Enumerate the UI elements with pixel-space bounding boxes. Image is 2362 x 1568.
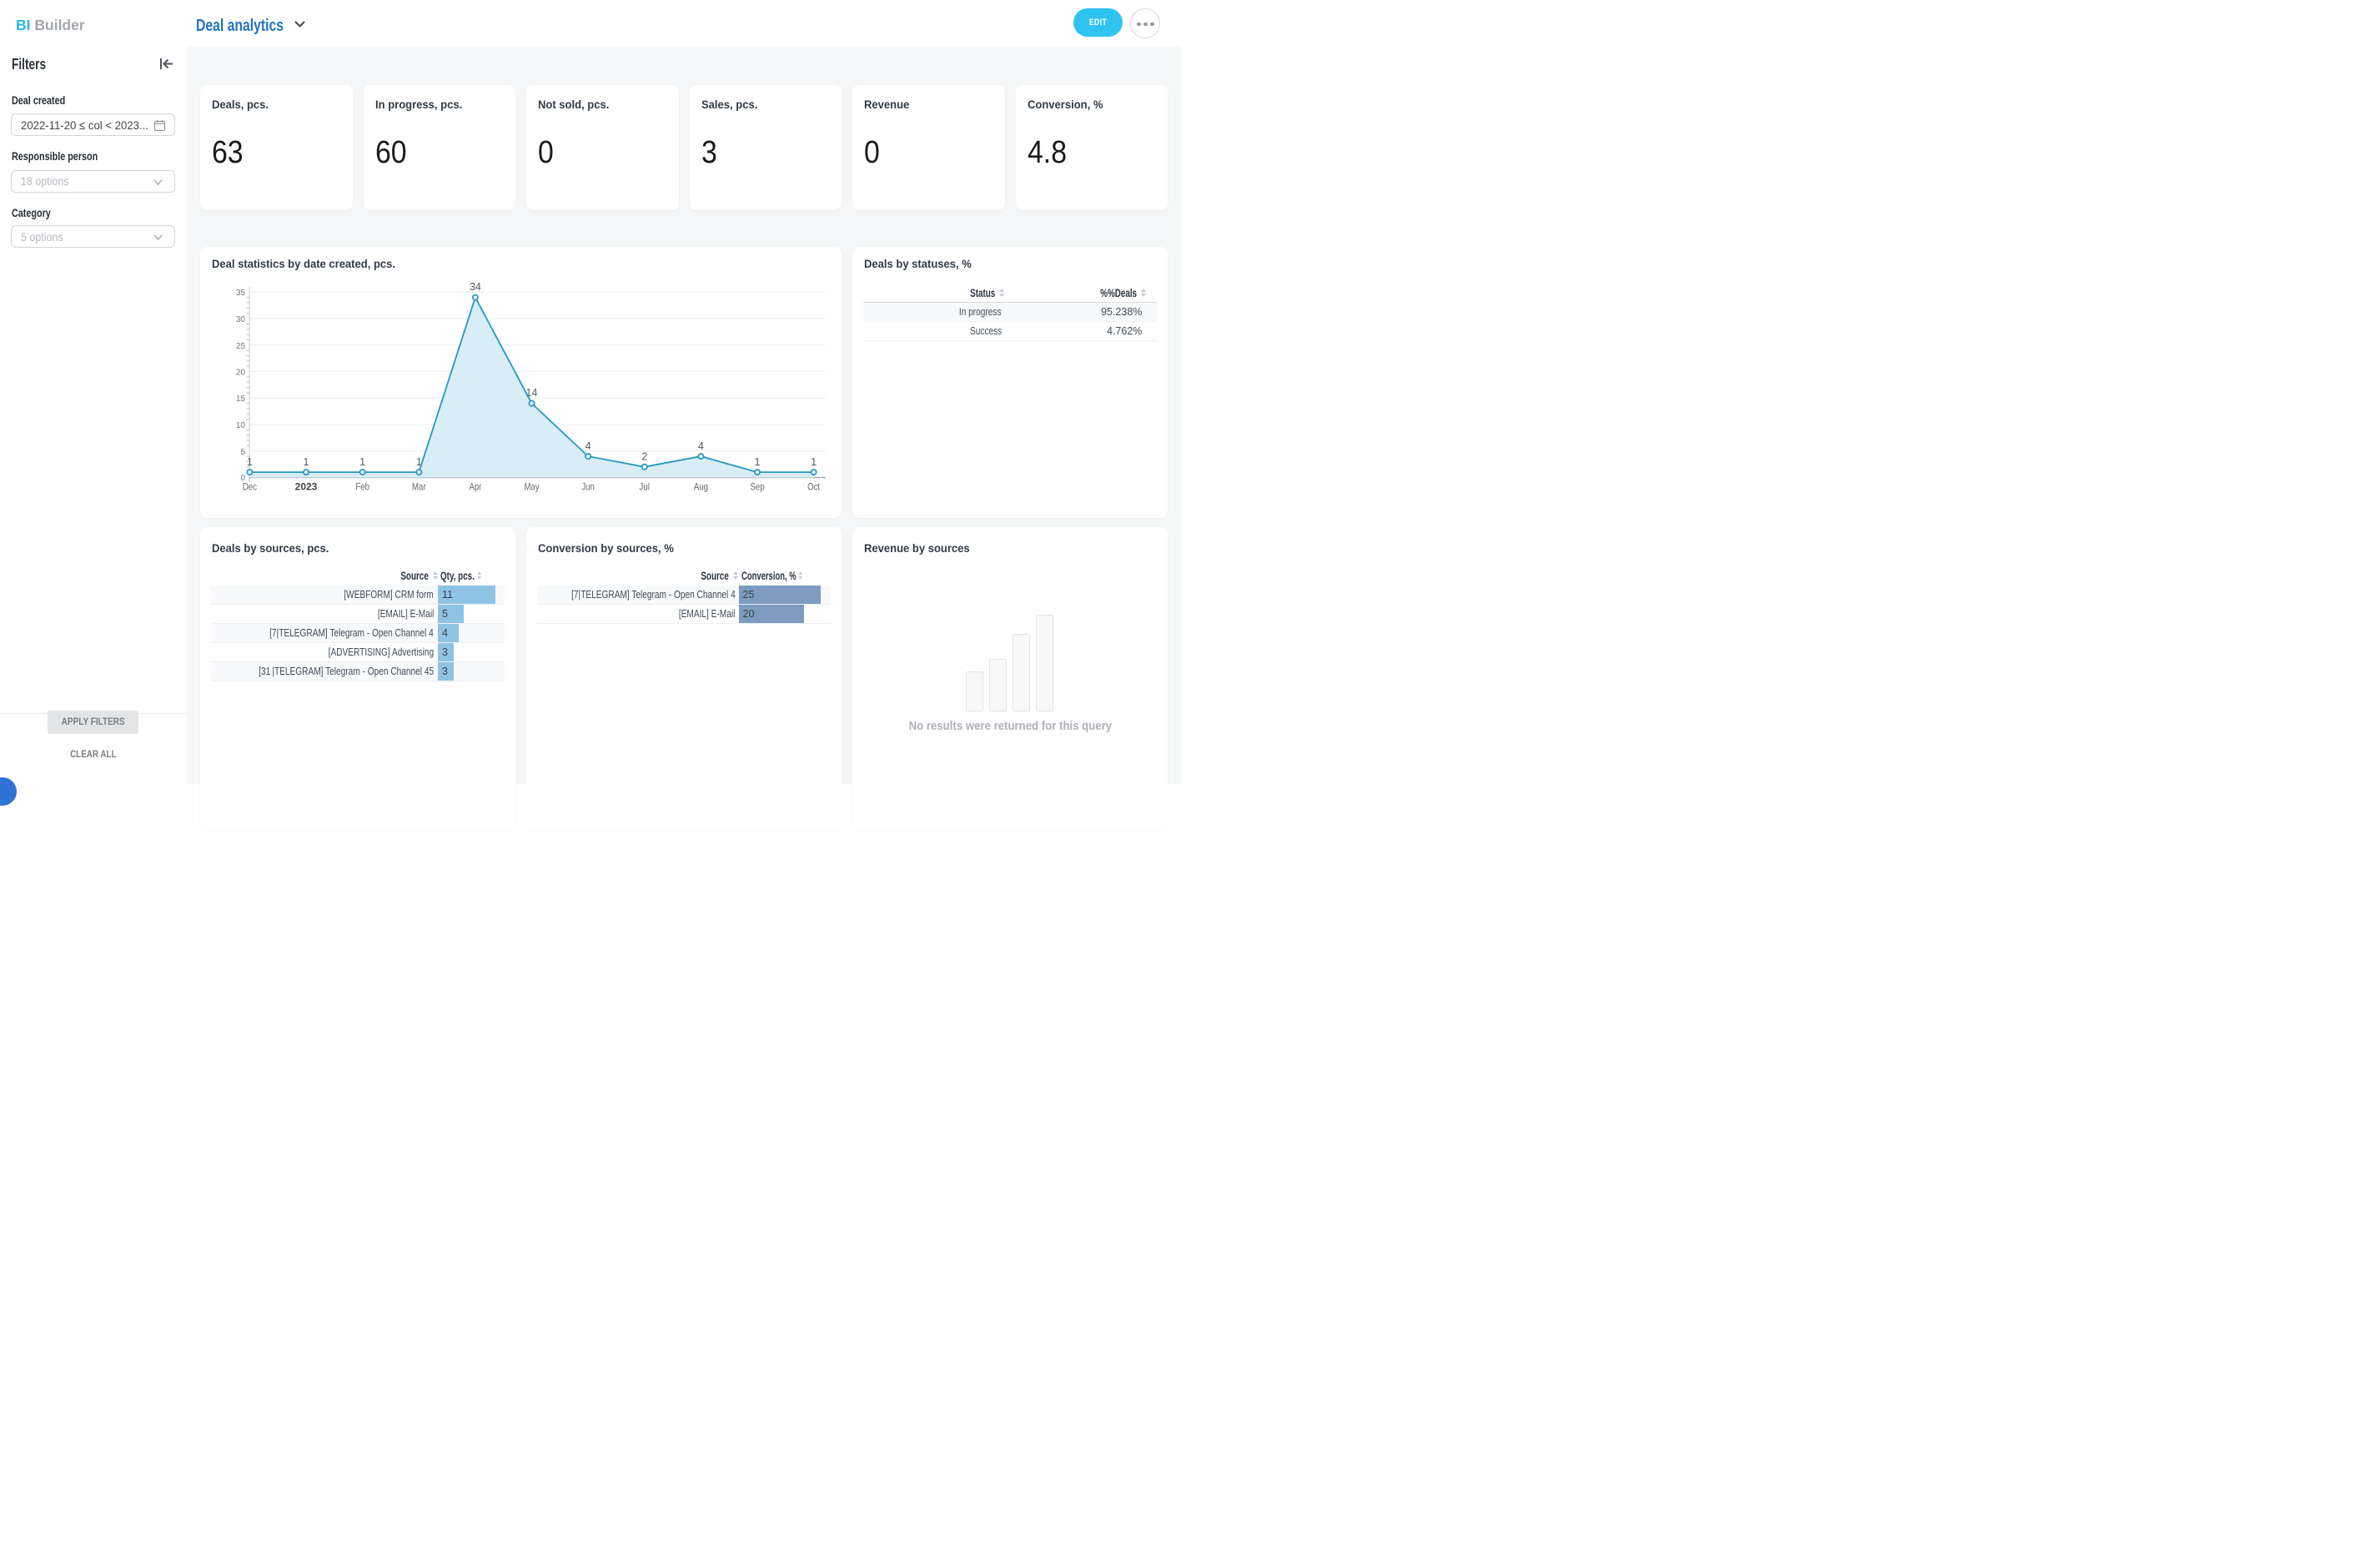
svg-text:1: 1 (359, 456, 365, 468)
svg-text:4: 4 (585, 440, 591, 452)
svg-text:Jul: Jul (640, 480, 650, 492)
svg-text:4: 4 (698, 440, 704, 452)
svg-text:Dec: Dec (243, 480, 257, 492)
svg-text:14: 14 (526, 387, 538, 399)
svg-text:Mar: Mar (412, 480, 426, 492)
svg-text:1: 1 (247, 456, 253, 468)
svg-text:10: 10 (236, 421, 246, 430)
svg-text:May: May (524, 480, 539, 492)
svg-text:15: 15 (236, 395, 246, 404)
svg-text:25: 25 (236, 341, 246, 350)
svg-text:30: 30 (236, 315, 246, 324)
svg-text:2023: 2023 (295, 480, 318, 492)
svg-text:Sep: Sep (750, 480, 764, 492)
svg-text:2: 2 (641, 450, 647, 462)
svg-text:Jun: Jun (581, 480, 595, 492)
svg-text:Feb: Feb (355, 480, 369, 492)
svg-text:20: 20 (236, 368, 246, 377)
svg-text:1: 1 (755, 456, 761, 468)
svg-text:34: 34 (470, 281, 481, 293)
svg-text:5: 5 (240, 447, 245, 456)
svg-text:35: 35 (236, 289, 246, 298)
svg-text:Apr: Apr (469, 480, 481, 492)
svg-text:1: 1 (416, 456, 422, 468)
svg-text:1: 1 (304, 456, 309, 468)
svg-text:Aug: Aug (694, 480, 708, 492)
svg-text:1: 1 (811, 456, 817, 468)
svg-text:Oct: Oct (807, 480, 820, 492)
